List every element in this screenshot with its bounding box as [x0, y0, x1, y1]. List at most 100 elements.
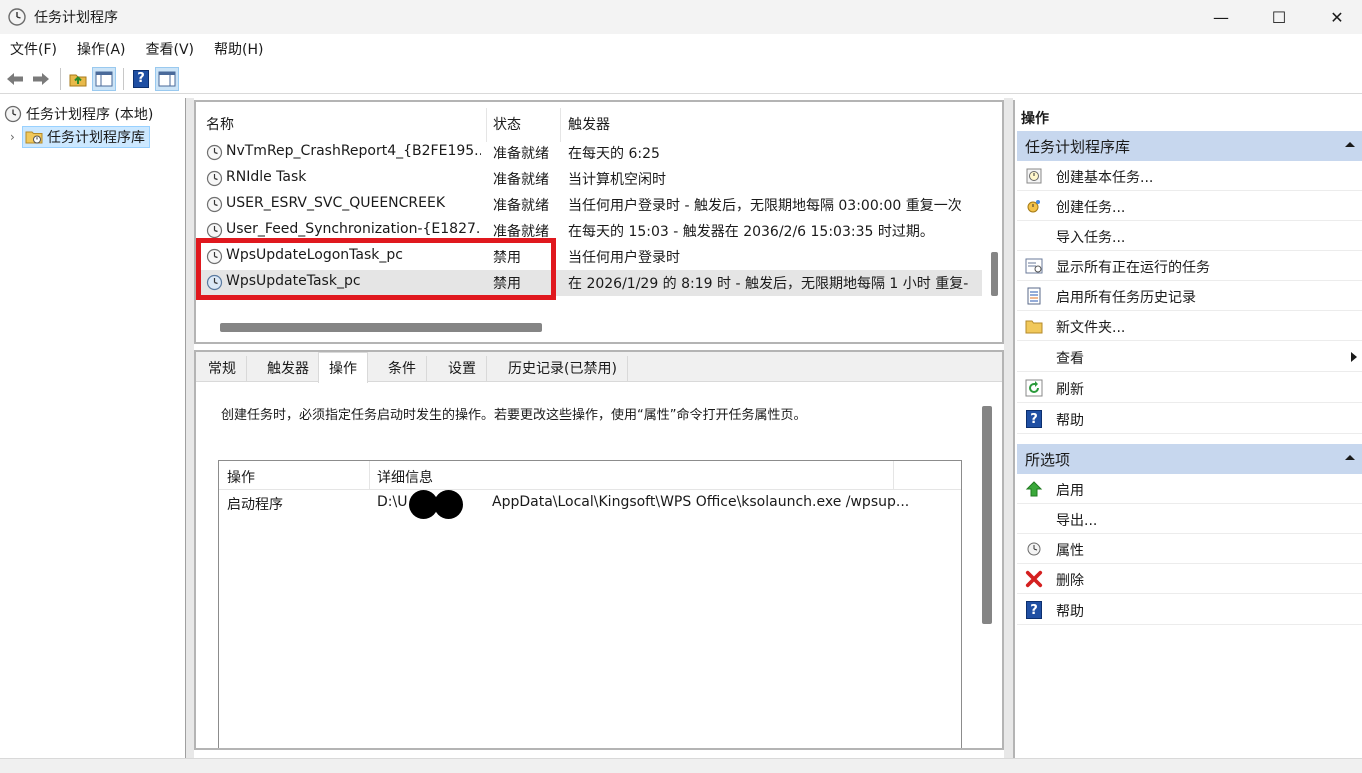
- task-row[interactable]: RNIdle Task 准备就绪 当计算机空闲时: [196, 166, 982, 192]
- action-enable-history[interactable]: 启用所有任务历史记录: [1017, 281, 1362, 311]
- task-clock-icon: [206, 196, 223, 213]
- console-tree: 任务计划程序 (本地) › 任务计划程序库: [0, 98, 186, 758]
- show-hide-action-pane-icon[interactable]: [155, 66, 179, 91]
- menu-action[interactable]: 操作(A): [67, 39, 136, 59]
- create-basic-task-icon: [1025, 167, 1043, 185]
- task-clock-icon: [206, 170, 223, 187]
- menu-file[interactable]: 文件(F): [0, 39, 67, 59]
- expand-chevron-icon[interactable]: ›: [10, 130, 22, 144]
- action-create-task[interactable]: 创建任务...: [1017, 191, 1362, 221]
- detail-vertical-scroll-thumb[interactable]: [982, 406, 992, 624]
- up-folder-icon[interactable]: [66, 67, 90, 91]
- action-help[interactable]: ? 帮助: [1017, 595, 1362, 625]
- section-header-library[interactable]: 任务计划程序库: [1017, 131, 1362, 161]
- minimize-button[interactable]: —: [1192, 0, 1250, 34]
- action-properties[interactable]: 属性: [1017, 534, 1362, 564]
- action-enable[interactable]: 启用: [1017, 474, 1362, 504]
- section-title: 任务计划程序库: [1025, 137, 1131, 156]
- section-title: 所选项: [1025, 450, 1071, 469]
- column-header-trigger[interactable]: 触发器: [568, 114, 610, 134]
- right-splitter[interactable]: [1004, 98, 1013, 758]
- actions-description: 创建任务时，必须指定任务启动时发生的操作。若要更改这些操作，使用“属性”命令打开…: [221, 408, 807, 423]
- action-new-folder[interactable]: 新文件夹...: [1017, 311, 1362, 341]
- task-trigger: 在每天的 15:03 - 触发器在 2036/2/6 15:03:35 时过期。: [568, 224, 934, 240]
- vertical-scroll-thumb[interactable]: [991, 252, 998, 296]
- collapse-caret-icon[interactable]: [1344, 140, 1356, 148]
- menu-view[interactable]: 查看(V): [136, 39, 205, 59]
- close-button[interactable]: ✕: [1308, 0, 1362, 34]
- task-name: RNIdle Task: [226, 169, 307, 185]
- tree-item-library[interactable]: › 任务计划程序库: [10, 126, 150, 148]
- task-trigger: 在 2026/1/29 的 8:19 时 - 触发后，无限期地每隔 1 小时 重…: [568, 276, 969, 292]
- forward-arrow-icon[interactable]: [29, 67, 53, 91]
- collapse-caret-icon[interactable]: [1344, 453, 1356, 461]
- action-create-basic-task[interactable]: 创建基本任务...: [1017, 161, 1362, 191]
- title-bar: 任务计划程序 — ☐ ✕: [0, 0, 1362, 34]
- task-detail-panel: 常规 触发器 操作 条件 设置 历史记录(已禁用) 创建任务时，必须指定任务启动…: [194, 350, 1004, 750]
- action-refresh[interactable]: 刷新: [1017, 373, 1362, 403]
- action-label: 删除: [1056, 573, 1084, 589]
- action-show-running-tasks[interactable]: 显示所有正在运行的任务: [1017, 251, 1362, 281]
- history-icon: [1025, 287, 1043, 305]
- action-row[interactable]: 启动程序 D:\U AppData\Local\Kingsoft\WPS Off…: [219, 490, 961, 519]
- column-divider[interactable]: [486, 108, 487, 142]
- action-import-task[interactable]: 导入任务...: [1017, 221, 1362, 251]
- column-header-action[interactable]: 操作: [227, 467, 255, 487]
- help-icon: ?: [1025, 601, 1043, 619]
- redaction-mark: [434, 490, 463, 519]
- tree-library-label: 任务计划程序库: [47, 130, 145, 146]
- task-list-vertical-scrollbar[interactable]: [988, 110, 1000, 320]
- highlight-box-annotation: [196, 238, 556, 300]
- action-delete[interactable]: 删除: [1017, 564, 1362, 594]
- task-trigger: 在每天的 6:25: [568, 146, 660, 162]
- column-divider[interactable]: [560, 108, 561, 142]
- tree-root-label: 任务计划程序 (本地): [26, 107, 154, 123]
- tree-library-selected[interactable]: 任务计划程序库: [22, 126, 150, 148]
- task-trigger: 当任何用户登录时 - 触发后，无限期地每隔 03:00:00 重复一次: [568, 198, 962, 214]
- task-clock-icon: [206, 144, 223, 161]
- action-label: 查看: [1056, 351, 1084, 367]
- back-arrow-icon[interactable]: [3, 67, 27, 91]
- action-export[interactable]: 导出...: [1017, 504, 1362, 534]
- column-divider[interactable]: [893, 461, 894, 490]
- help-icon[interactable]: ?: [129, 67, 153, 91]
- actions-pane: 操作 任务计划程序库 创建基本任务... 创建任务... 导入任务... 显示所…: [1013, 100, 1362, 758]
- tab-actions[interactable]: 操作: [318, 352, 368, 383]
- column-header-status[interactable]: 状态: [493, 114, 521, 134]
- maximize-button[interactable]: ☐: [1250, 0, 1308, 34]
- task-trigger: 当计算机空闲时: [568, 172, 666, 188]
- task-row[interactable]: NvTmRep_CrashReport4_{B2FE195... 准备就绪 在每…: [196, 140, 982, 166]
- refresh-icon: [1025, 379, 1043, 397]
- submenu-arrow-icon: [1351, 352, 1357, 362]
- action-label: 显示所有正在运行的任务: [1056, 260, 1210, 276]
- tab-history[interactable]: 历史记录(已禁用): [498, 356, 628, 382]
- tab-general[interactable]: 常规: [198, 356, 247, 382]
- task-name: USER_ESRV_SVC_QUEENCREEK: [226, 195, 446, 211]
- column-header-name[interactable]: 名称: [206, 114, 234, 134]
- show-hide-console-tree-icon[interactable]: [92, 66, 116, 91]
- folder-icon: [1025, 317, 1043, 335]
- tab-settings[interactable]: 设置: [438, 356, 487, 382]
- action-label: 创建任务...: [1056, 200, 1126, 216]
- action-view-submenu[interactable]: 查看: [1017, 342, 1362, 372]
- action-label: 帮助: [1056, 413, 1084, 429]
- toolbar-separator: [123, 67, 124, 90]
- action-type: 启动程序: [227, 497, 283, 513]
- action-label: 启用: [1056, 483, 1084, 499]
- horizontal-scroll-thumb[interactable]: [220, 323, 542, 332]
- task-clock-icon: [206, 222, 223, 239]
- action-help[interactable]: ? 帮助: [1017, 404, 1362, 434]
- tree-item-root[interactable]: 任务计划程序 (本地): [4, 104, 153, 124]
- column-divider[interactable]: [369, 461, 370, 490]
- clock-icon: [4, 105, 22, 123]
- left-splitter[interactable]: [186, 98, 194, 758]
- actions-pane-title: 操作: [1021, 111, 1049, 127]
- action-label: 帮助: [1056, 604, 1084, 620]
- action-detail-path: AppData\Local\Kingsoft\WPS Office\ksolau…: [492, 494, 910, 510]
- tab-conditions[interactable]: 条件: [378, 356, 427, 382]
- menu-help[interactable]: 帮助(H): [204, 39, 273, 59]
- section-header-selected-item[interactable]: 所选项: [1017, 444, 1362, 474]
- tab-triggers[interactable]: 触发器: [257, 356, 320, 382]
- task-row[interactable]: USER_ESRV_SVC_QUEENCREEK 准备就绪 当任何用户登录时 -…: [196, 192, 982, 218]
- column-header-detail[interactable]: 详细信息: [377, 467, 433, 487]
